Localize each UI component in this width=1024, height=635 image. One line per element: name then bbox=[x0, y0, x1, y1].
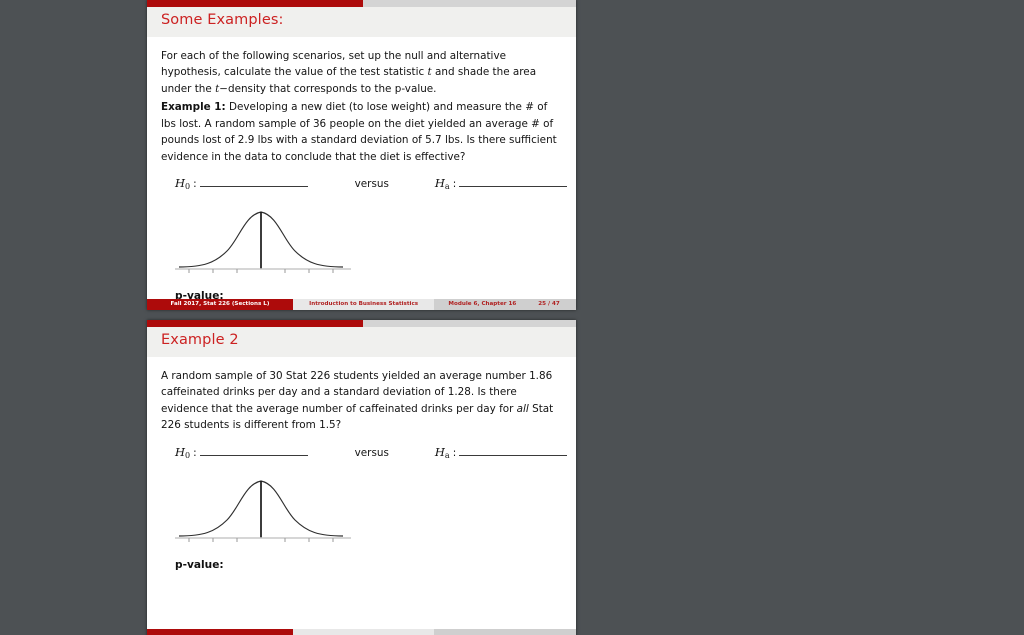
example-1-label: Example 1: bbox=[161, 101, 226, 114]
slide-title-band-2: Example 2 bbox=[147, 327, 576, 358]
footer-partial-mid bbox=[292, 629, 435, 635]
t-density-curve-icon-2 bbox=[175, 480, 351, 543]
example-2-run-0: A random sample of 30 Stat 226 students … bbox=[161, 369, 553, 415]
t-density-curve-icon bbox=[175, 211, 351, 274]
footer-location: Module 6, Chapter 16 25 / 47 bbox=[434, 299, 576, 310]
null-hypothesis-blank-2[interactable] bbox=[199, 446, 308, 456]
alt-hypothesis-symbol-2: H bbox=[434, 444, 445, 459]
example-1-paragraph: Example 1: Developing a new diet (to los… bbox=[161, 99, 562, 165]
slide-body-2: A random sample of 30 Stat 226 students … bbox=[147, 358, 576, 574]
alt-hypothesis-subscript: a bbox=[444, 182, 450, 191]
intro-run-4: −density that corresponds to the p-value… bbox=[219, 82, 437, 95]
page-title-2: Example 2 bbox=[161, 332, 239, 348]
t-density-plot bbox=[173, 199, 353, 281]
null-hypothesis-colon-2: : bbox=[193, 446, 197, 459]
alt-hypothesis-blank[interactable] bbox=[459, 177, 568, 187]
slide-progress-fill-2 bbox=[147, 320, 363, 327]
footer-partial-right bbox=[434, 629, 576, 635]
example-2-run-1: all bbox=[516, 402, 529, 415]
hypothesis-row-2: H0: versus Ha: bbox=[161, 443, 568, 461]
intro-paragraph: For each of the following scenarios, set… bbox=[161, 48, 562, 97]
alt-hypothesis-subscript-2: a bbox=[444, 450, 450, 460]
null-hypothesis-subscript: 0 bbox=[185, 182, 191, 191]
slide-example-2[interactable]: Example 2 A random sample of 30 Stat 226… bbox=[147, 320, 576, 635]
null-hypothesis-blank[interactable] bbox=[199, 177, 308, 187]
null-hypothesis-subscript-2: 0 bbox=[185, 450, 191, 460]
alt-hypothesis-colon-2: : bbox=[452, 446, 457, 459]
slide-body: For each of the following scenarios, set… bbox=[147, 38, 576, 305]
alt-hypothesis-field-2[interactable]: Ha: bbox=[434, 443, 568, 461]
page-title: Some Examples: bbox=[161, 12, 284, 28]
slide-progress-bar-2 bbox=[147, 320, 576, 327]
null-hypothesis-colon: : bbox=[193, 178, 197, 190]
footer-partial-left bbox=[147, 629, 293, 635]
slide-title-band: Some Examples: bbox=[147, 7, 576, 38]
versus-label: versus bbox=[354, 178, 389, 190]
null-hypothesis-field-2[interactable]: H0: bbox=[175, 443, 308, 461]
alt-hypothesis-field[interactable]: Ha: bbox=[434, 174, 568, 192]
null-hypothesis-symbol: H bbox=[175, 176, 186, 190]
alt-hypothesis-colon: : bbox=[452, 178, 457, 190]
footer-chapter: Module 6, Chapter 16 bbox=[448, 301, 517, 307]
p-value-label-2: p-value: bbox=[175, 559, 224, 572]
alt-hypothesis-symbol: H bbox=[434, 176, 445, 190]
null-hypothesis-symbol-2: H bbox=[175, 444, 186, 459]
t-density-plot-2 bbox=[173, 468, 353, 550]
slide-some-examples[interactable]: Some Examples: For each of the following… bbox=[147, 0, 576, 310]
hypothesis-row: H0: versus Ha: bbox=[161, 174, 568, 192]
alt-hypothesis-blank-2[interactable] bbox=[459, 446, 568, 456]
footer-course-info: Fall 2017, Stat 226 (Sections L) bbox=[147, 299, 293, 310]
slide-2-footer-partial bbox=[147, 629, 576, 635]
slide-footer: Fall 2017, Stat 226 (Sections L) Introdu… bbox=[147, 299, 576, 310]
footer-page-number: 25 / 47 bbox=[538, 301, 560, 307]
slide-progress-bar bbox=[147, 0, 576, 7]
null-hypothesis-field[interactable]: H0: bbox=[175, 174, 308, 192]
versus-label-2: versus bbox=[354, 446, 389, 459]
slide-progress-fill bbox=[147, 0, 363, 7]
example-2-paragraph: A random sample of 30 Stat 226 students … bbox=[161, 368, 562, 434]
footer-course-title: Introduction to Business Statistics bbox=[292, 299, 435, 310]
presentation-viewer: Some Examples: For each of the following… bbox=[0, 0, 1024, 635]
